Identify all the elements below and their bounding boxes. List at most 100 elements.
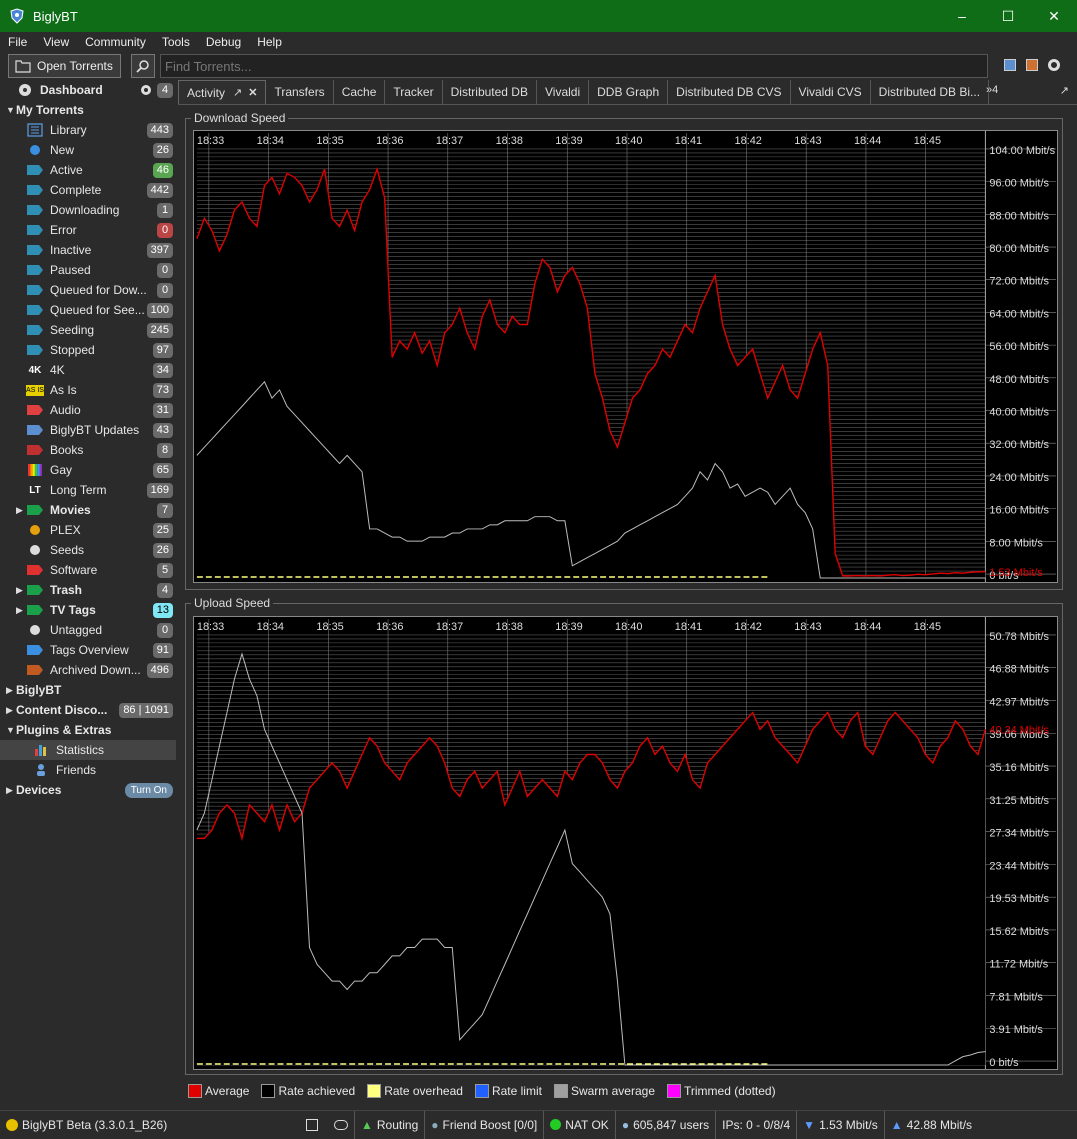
tab-distributed-db-cvs[interactable]: Distributed DB CVS <box>668 80 791 104</box>
version-status[interactable]: BiglyBT Beta (3.3.0.1_B26) <box>0 1110 355 1139</box>
sidebar-item-queued-for-dow[interactable]: Queued for Dow... 0 <box>0 280 176 300</box>
tab-tracker[interactable]: Tracker <box>385 80 443 104</box>
chat-icon[interactable] <box>334 1119 348 1130</box>
sidebar-item-software[interactable]: Software 5 <box>0 560 176 580</box>
sidebar-section-devices[interactable]: ▶ Devices Turn On <box>0 780 176 800</box>
sidebar-item-trash[interactable]: ▶ Trash 4 <box>0 580 176 600</box>
sidebar-item-active[interactable]: Active 46 <box>0 160 176 180</box>
sidebar-item-error[interactable]: Error 0 <box>0 220 176 240</box>
sidebar-item-complete[interactable]: Complete 442 <box>0 180 176 200</box>
download-speed-status[interactable]: ▼ 1.53 Mbit/s <box>797 1110 885 1139</box>
tab-distributed-db-bi[interactable]: Distributed DB Bi... <box>871 80 990 104</box>
sidebar-item-stopped[interactable]: Stopped 97 <box>0 340 176 360</box>
tab-vivaldi-cvs[interactable]: Vivaldi CVS <box>791 80 871 104</box>
sidebar-item-books[interactable]: Books 8 <box>0 440 176 460</box>
long-term-icon: LT <box>29 484 41 496</box>
sidebar-item-audio[interactable]: Audio 31 <box>0 400 176 420</box>
sidebar-item-biglybt-updates[interactable]: BiglyBT Updates 43 <box>0 420 176 440</box>
maximize-button[interactable]: ☐ <box>985 0 1031 32</box>
sidebar-item-downloading[interactable]: Downloading 1 <box>0 200 176 220</box>
menu-help[interactable]: Help <box>249 35 290 49</box>
tab-vivaldi[interactable]: Vivaldi <box>537 80 590 104</box>
legend-rate-achieved: Rate achieved <box>261 1084 355 1098</box>
sidebar-item-friends[interactable]: Friends <box>0 760 176 780</box>
sidebar-item-long-term[interactable]: LT Long Term 169 <box>0 480 176 500</box>
gear-icon[interactable] <box>1048 59 1060 71</box>
nat-status[interactable]: NAT OK <box>544 1110 616 1139</box>
friend-boost-status[interactable]: ● Friend Boost [0/0] <box>425 1110 545 1139</box>
upload-speed-status[interactable]: ▲ 42.88 Mbit/s <box>885 1111 978 1139</box>
sidebar-item-new[interactable]: New 26 <box>0 140 176 160</box>
collapse-icon[interactable]: ▼ <box>6 725 16 735</box>
upload-time-label: 18:44 <box>854 621 881 633</box>
search-input[interactable] <box>160 54 988 78</box>
search-button[interactable] <box>131 54 155 78</box>
sidebar-item-movies[interactable]: ▶ Movies 7 <box>0 500 176 520</box>
menu-view[interactable]: View <box>35 35 77 49</box>
more-tabs-button[interactable]: »4 <box>986 84 998 96</box>
sidebar-item-4k[interactable]: 4K 4K 34 <box>0 360 176 380</box>
friends-icon <box>32 763 50 777</box>
expand-icon[interactable]: ▶ <box>16 605 26 616</box>
error-icon <box>26 223 44 237</box>
window-layout-icon[interactable] <box>1004 59 1016 71</box>
upload-ytick-label: 50.78 Mbit/s <box>989 631 1049 643</box>
collapse-icon[interactable]: ▼ <box>6 105 16 115</box>
sidebar-item-as-is[interactable]: AS IS As Is 73 <box>0 380 176 400</box>
sidebar-item-tv-tags[interactable]: ▶ TV Tags 13 <box>0 600 176 620</box>
expand-icon[interactable]: ▶ <box>16 505 26 516</box>
sidebar-section-my-torrents[interactable]: ▼ My Torrents <box>0 100 176 120</box>
expand-icon[interactable]: ▶ <box>6 785 16 796</box>
sidebar-item-seeds[interactable]: Seeds 26 <box>0 540 176 560</box>
sidebar-item-tags-overview[interactable]: Tags Overview 91 <box>0 640 176 660</box>
minimize-button[interactable]: – <box>939 0 985 32</box>
sidebar-item-inactive[interactable]: Inactive 397 <box>0 240 176 260</box>
stats-view-icon[interactable] <box>1026 59 1038 71</box>
dht-users-status[interactable]: ● 605,847 users <box>616 1110 717 1139</box>
sidebar-item-untagged[interactable]: Untagged 0 <box>0 620 176 640</box>
tab-label: Activity <box>187 85 226 100</box>
sidebar-item-label: Seeding <box>50 323 95 337</box>
gear-icon[interactable] <box>141 85 151 95</box>
menu-community[interactable]: Community <box>77 35 154 49</box>
menu-tools[interactable]: Tools <box>154 35 198 49</box>
expand-icon[interactable]: ▶ <box>6 685 16 696</box>
expand-icon[interactable]: ▶ <box>16 585 26 596</box>
open-torrents-button[interactable]: Open Torrents <box>8 54 121 78</box>
popout-icon[interactable]: ↗ <box>1060 84 1069 97</box>
popout-icon[interactable]: ↗ <box>233 86 242 99</box>
sidebar-section-content-discovery[interactable]: ▶ Content Disco... 86 | 1091 <box>0 700 176 720</box>
sidebar-item-archived-down[interactable]: Archived Down... 496 <box>0 660 176 680</box>
item-count-badge: 0 <box>157 622 173 638</box>
sidebar-item-paused[interactable]: Paused 0 <box>0 260 176 280</box>
menu-debug[interactable]: Debug <box>198 35 249 49</box>
routing-status[interactable]: ▲ Routing <box>355 1110 426 1139</box>
sidebar-item-gay[interactable]: Gay 65 <box>0 460 176 480</box>
sidebar-item-dashboard[interactable]: Dashboard 4 <box>0 80 176 100</box>
ips-status[interactable]: IPs: 0 - 0/8/4 <box>716 1110 798 1139</box>
expand-icon[interactable]: ▶ <box>6 705 16 716</box>
tab-activity[interactable]: Activity ↗ ✕ <box>178 80 267 104</box>
sidebar-section-plugins[interactable]: ▼ Plugins & Extras <box>0 720 176 740</box>
sidebar-item-queued-for-see[interactable]: Queued for See... 100 <box>0 300 176 320</box>
upload-ytick-label: 31.25 Mbit/s <box>989 795 1049 807</box>
tab-distributed-db[interactable]: Distributed DB <box>443 80 537 104</box>
menu-file[interactable]: File <box>0 35 35 49</box>
sidebar-item-label: Dashboard <box>40 83 103 97</box>
legend-trimmed: Trimmed (dotted) <box>667 1084 776 1098</box>
notes-icon[interactable] <box>306 1118 318 1131</box>
sidebar-item-plex[interactable]: PLEX 25 <box>0 520 176 540</box>
sidebar-item-statistics[interactable]: Statistics <box>0 740 176 760</box>
tab-ddb-graph[interactable]: DDB Graph <box>589 80 669 104</box>
sidebar-section-biglybt[interactable]: ▶ BiglyBT <box>0 680 176 700</box>
turn-on-button[interactable]: Turn On <box>124 782 173 798</box>
software-icon <box>26 563 44 577</box>
sidebar-item-seeding[interactable]: Seeding 245 <box>0 320 176 340</box>
biglybt-logo-icon <box>10 8 24 24</box>
download-speed-title: Download Speed <box>191 111 289 125</box>
sidebar-item-library[interactable]: Library 443 <box>0 120 176 140</box>
close-tab-icon[interactable]: ✕ <box>248 86 257 99</box>
tab-transfers[interactable]: Transfers <box>266 80 334 104</box>
tab-cache[interactable]: Cache <box>334 80 386 104</box>
close-button[interactable]: ✕ <box>1031 0 1077 32</box>
